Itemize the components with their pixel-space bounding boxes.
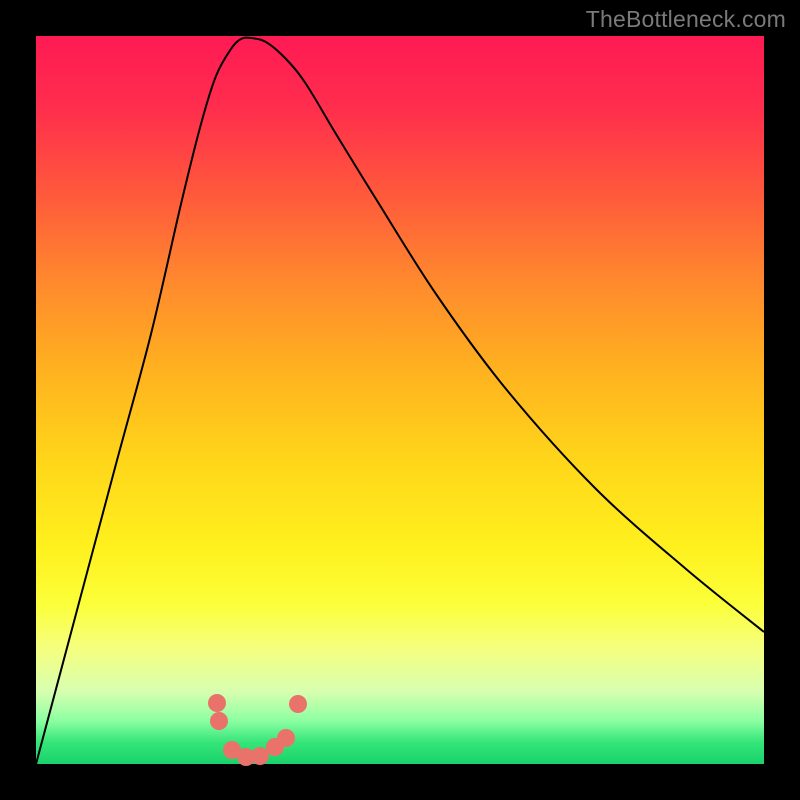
marker-point [251, 747, 269, 765]
watermark-text: TheBottleneck.com [586, 6, 786, 33]
chart-frame: TheBottleneck.com [0, 0, 800, 800]
curve-svg [36, 36, 764, 764]
marker-point [210, 712, 228, 730]
plot-area [36, 36, 764, 764]
bottleneck-curve [36, 38, 764, 764]
marker-point [208, 694, 226, 712]
curve-markers [208, 694, 307, 766]
marker-point [277, 729, 295, 747]
marker-point [289, 695, 307, 713]
